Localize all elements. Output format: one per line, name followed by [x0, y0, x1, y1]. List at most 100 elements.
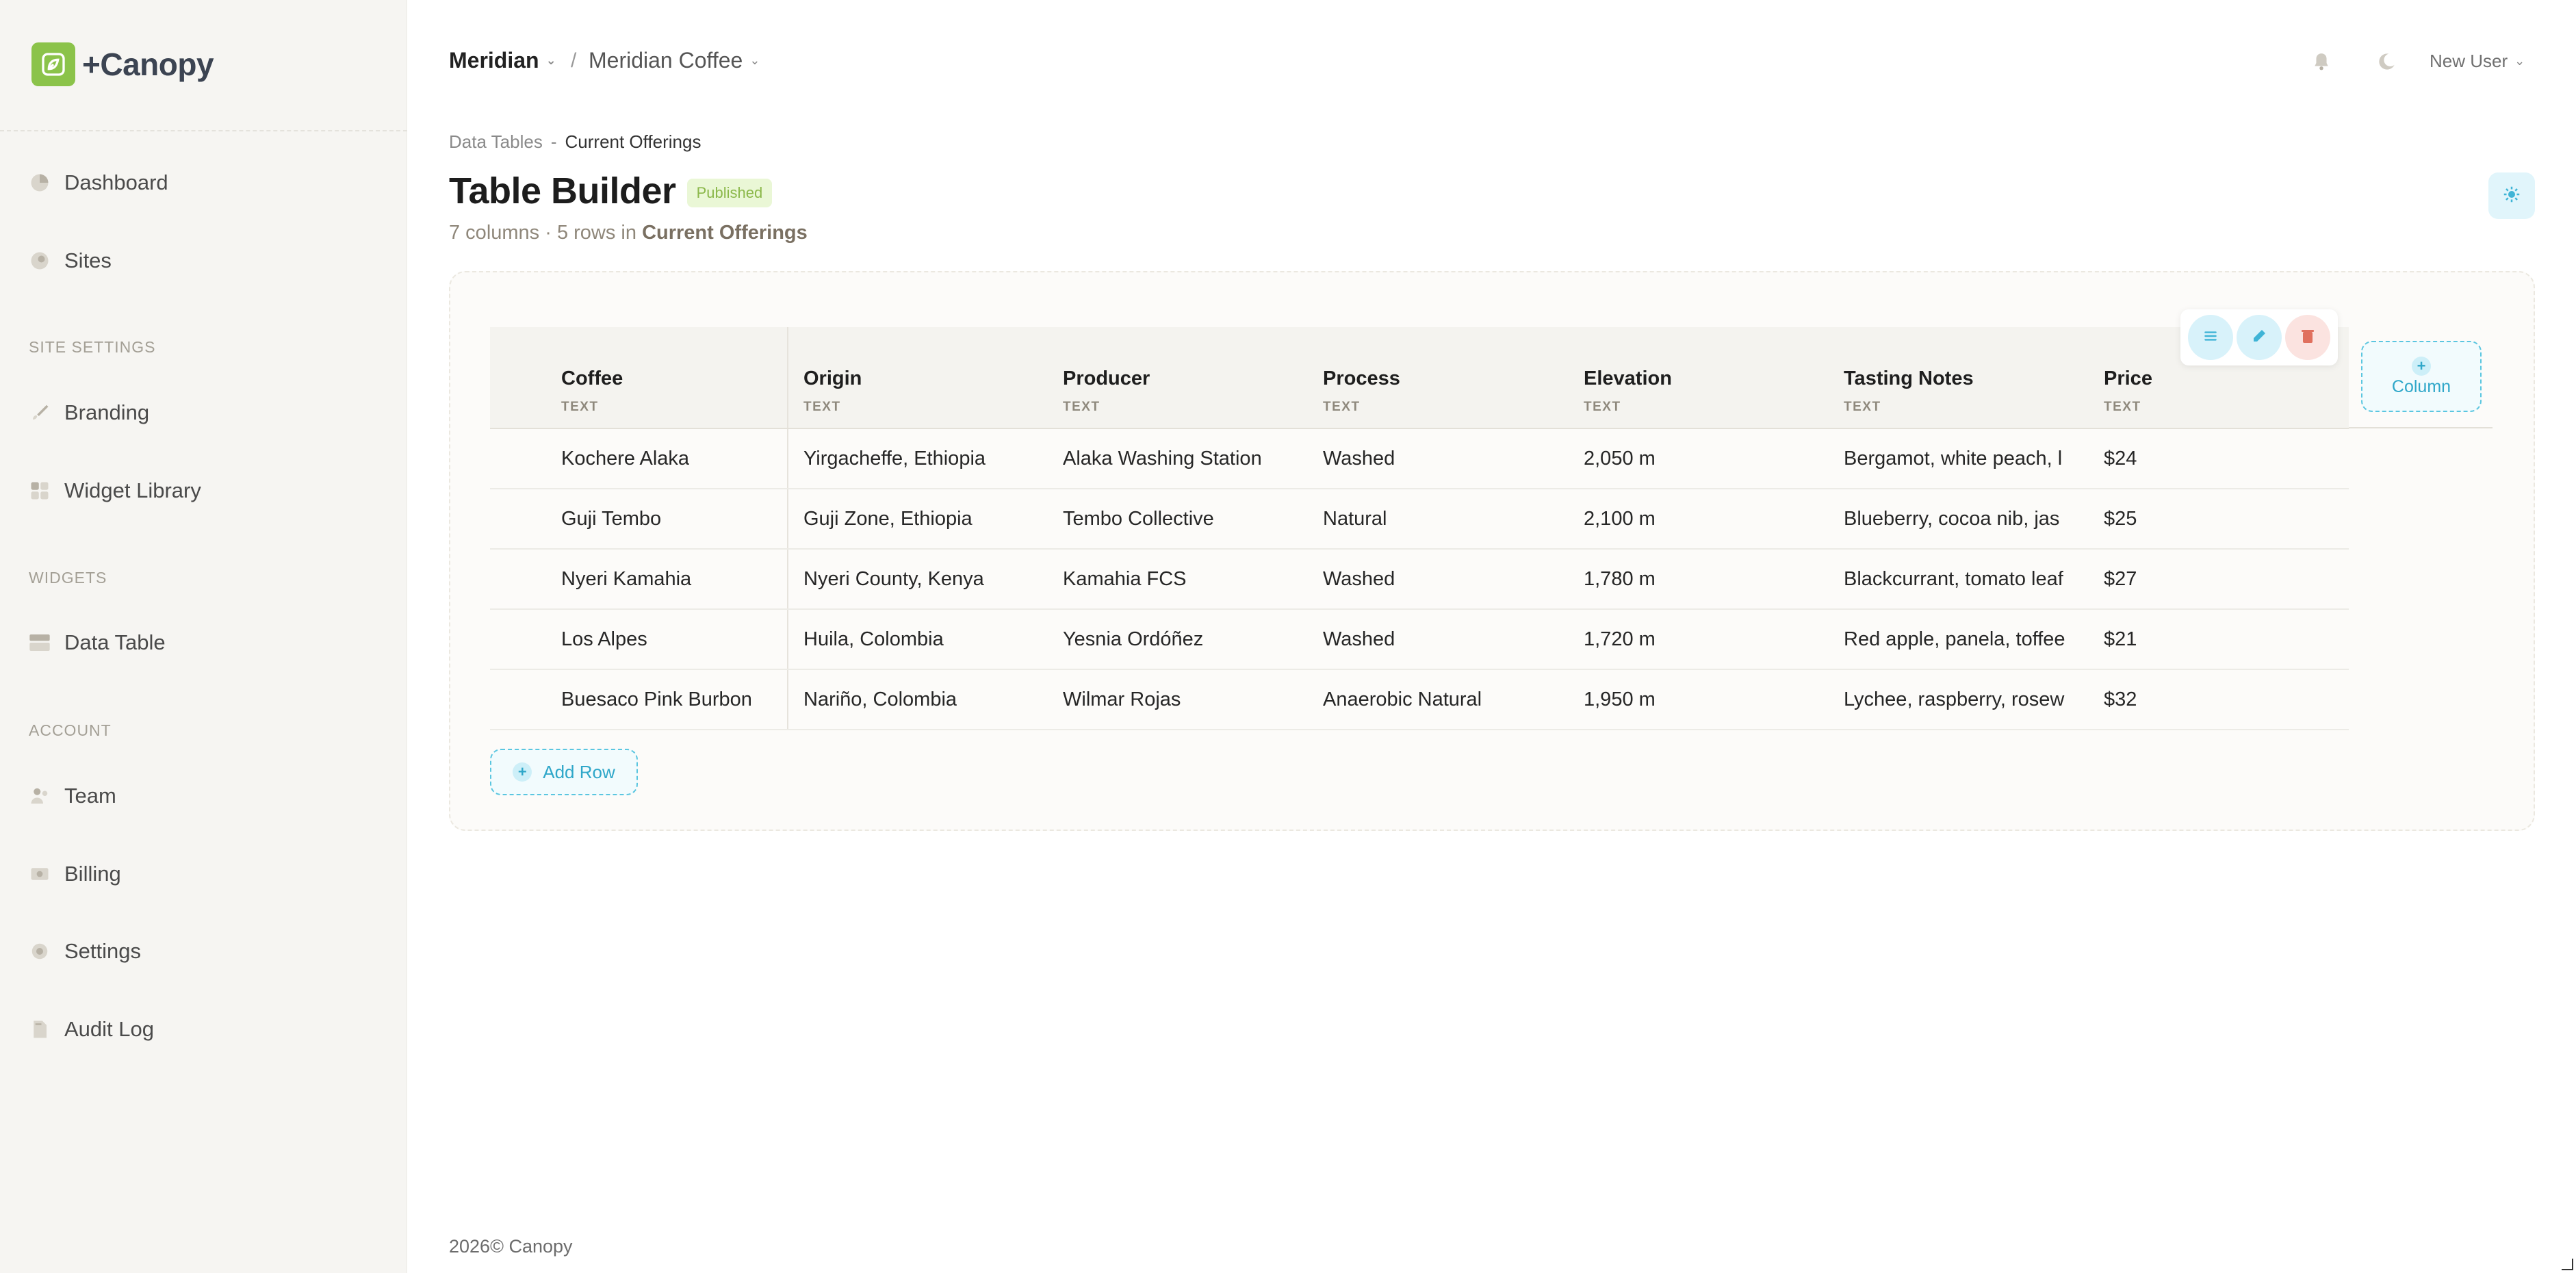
add-row-label: Add Row: [543, 761, 615, 782]
resize-corner-icon: [2562, 1259, 2573, 1270]
chevron-down-icon: ⌄: [2514, 54, 2525, 68]
team-icon: [29, 785, 51, 807]
table-cell[interactable]: Guji Tembo: [546, 489, 788, 550]
table-cell[interactable]: Bergamot, white peach, l: [1829, 428, 2089, 489]
column-type: TEXT: [1063, 400, 1100, 414]
table-cell[interactable]: Red apple, panela, toffee: [1829, 609, 2089, 670]
chevron-down-icon: ⌄: [545, 53, 556, 67]
sidebar-item-audit-log[interactable]: Audit Log: [29, 1009, 154, 1050]
table-cell[interactable]: Nariño, Colombia: [788, 669, 1048, 730]
sidebar-item-team[interactable]: Team: [29, 775, 116, 816]
row-handle[interactable]: [490, 549, 546, 610]
page-title-row: Table Builder Published: [449, 170, 773, 212]
table-settings-button[interactable]: [2488, 172, 2535, 219]
org-name: Meridian: [449, 48, 539, 73]
summary-counts: 7 columns · 5 rows in: [449, 222, 636, 244]
table-cell[interactable]: $21: [2089, 609, 2349, 670]
table-row[interactable]: Guji Tembo Guji Zone, Ethiopia Tembo Col…: [490, 489, 2349, 550]
table-cell[interactable]: Washed: [1308, 549, 1569, 610]
row-handle[interactable]: [490, 428, 546, 489]
breadcrumb: Data Tables - Current Offerings: [449, 131, 701, 153]
org-switcher[interactable]: Meridian ⌄: [449, 48, 556, 73]
table-cell[interactable]: 1,720 m: [1569, 609, 1829, 670]
column-label: Process: [1323, 368, 1400, 389]
table-cell[interactable]: Yirgacheffe, Ethiopia: [788, 428, 1048, 489]
pie-chart-icon: [29, 172, 51, 194]
table-cell[interactable]: $27: [2089, 549, 2349, 610]
table-row[interactable]: Buesaco Pink Burbon Nariño, Colombia Wil…: [490, 669, 2349, 730]
column-header-process[interactable]: Process TEXT: [1308, 327, 1569, 429]
row-handle[interactable]: [490, 489, 546, 550]
page-title: Table Builder: [449, 170, 676, 211]
sidebar-item-settings[interactable]: Settings: [29, 931, 141, 972]
sidebar-item-label: Data Table: [64, 630, 166, 654]
sidebar-item-label: Widget Library: [64, 478, 201, 502]
column-toolbar: [2180, 309, 2338, 365]
table-cell[interactable]: 2,050 m: [1569, 428, 1829, 489]
table-cell[interactable]: 1,950 m: [1569, 669, 1829, 730]
table-cell[interactable]: $24: [2089, 428, 2349, 489]
sidebar-item-dashboard[interactable]: Dashboard: [29, 162, 168, 203]
column-header-producer[interactable]: Producer TEXT: [1048, 327, 1308, 429]
delete-column-button[interactable]: [2285, 315, 2331, 360]
add-column-button[interactable]: + Column: [2361, 341, 2482, 412]
row-handle[interactable]: [490, 609, 546, 670]
table-cell[interactable]: 1,780 m: [1569, 549, 1829, 610]
table-cell[interactable]: Blackcurrant, tomato leaf: [1829, 549, 2089, 610]
column-header-tasting-notes[interactable]: Tasting Notes TEXT: [1829, 327, 2089, 429]
table-cell[interactable]: Washed: [1308, 428, 1569, 489]
column-label: Tasting Notes: [1844, 368, 1974, 389]
sidebar-item-branding[interactable]: Branding: [29, 392, 149, 433]
sidebar: +Canopy Dashboard Sites SITE SETTINGS Br…: [0, 0, 407, 1273]
table-cell[interactable]: Buesaco Pink Burbon: [546, 669, 788, 730]
table-cell[interactable]: Anaerobic Natural: [1308, 669, 1569, 730]
table-cell[interactable]: Alaka Washing Station: [1048, 428, 1308, 489]
table-cell[interactable]: Los Alpes: [546, 609, 788, 670]
column-header-coffee[interactable]: Coffee TEXT: [546, 327, 788, 429]
summary-table-name: Current Offerings: [642, 222, 808, 244]
add-row-button[interactable]: + Add Row: [490, 749, 638, 795]
bell-icon[interactable]: [2309, 49, 2334, 74]
site-switcher[interactable]: Meridian Coffee ⌄: [589, 48, 760, 73]
table-cell[interactable]: Nyeri Kamahia: [546, 549, 788, 610]
table-cell[interactable]: Washed: [1308, 609, 1569, 670]
column-options-button[interactable]: [2187, 315, 2233, 360]
user-menu[interactable]: New User ⌄: [2430, 51, 2525, 72]
paintbrush-icon: [29, 402, 51, 424]
table-cell[interactable]: Lychee, raspberry, rosew: [1829, 669, 2089, 730]
sidebar-item-widget-library[interactable]: Widget Library: [29, 470, 201, 511]
table-cell[interactable]: Wilmar Rojas: [1048, 669, 1308, 730]
brand-name: +Canopy: [82, 47, 214, 82]
table-row[interactable]: Los Alpes Huila, Colombia Yesnia Ordóñez…: [490, 609, 2349, 670]
table-cell[interactable]: Nyeri County, Kenya: [788, 549, 1048, 610]
column-label: Elevation: [1584, 368, 1672, 389]
table-header-row: Coffee TEXT Origin TEXT Producer TEXT Pr…: [490, 327, 2349, 429]
table-cell[interactable]: Huila, Colombia: [788, 609, 1048, 670]
table-cell[interactable]: Tembo Collective: [1048, 489, 1308, 550]
table-cell[interactable]: Kamahia FCS: [1048, 549, 1308, 610]
table-cell[interactable]: 2,100 m: [1569, 489, 1829, 550]
column-header-elevation[interactable]: Elevation TEXT: [1569, 327, 1829, 429]
theme-toggle-icon[interactable]: [2375, 49, 2399, 74]
sidebar-item-data-table[interactable]: Data Table: [29, 622, 166, 663]
table-icon: [29, 632, 51, 654]
table-cell[interactable]: $32: [2089, 669, 2349, 730]
table-cell[interactable]: $25: [2089, 489, 2349, 550]
plus-icon: +: [513, 762, 532, 782]
brand[interactable]: +Canopy: [31, 42, 214, 86]
table-cell[interactable]: Guji Zone, Ethiopia: [788, 489, 1048, 550]
column-header-origin[interactable]: Origin TEXT: [788, 327, 1048, 429]
table-row[interactable]: Nyeri Kamahia Nyeri County, Kenya Kamahi…: [490, 549, 2349, 610]
table-cell[interactable]: Blueberry, cocoa nib, jas: [1829, 489, 2089, 550]
table-row[interactable]: Kochere Alaka Yirgacheffe, Ethiopia Alak…: [490, 428, 2349, 489]
table-cell[interactable]: Yesnia Ordóñez: [1048, 609, 1308, 670]
row-handle[interactable]: [490, 669, 546, 730]
sidebar-item-billing[interactable]: Billing: [29, 853, 121, 895]
breadcrumb-parent[interactable]: Data Tables: [449, 131, 543, 153]
trash-icon: [2300, 328, 2315, 348]
sidebar-item-label: Dashboard: [64, 170, 168, 194]
edit-column-button[interactable]: [2236, 315, 2282, 360]
table-cell[interactable]: Natural: [1308, 489, 1569, 550]
sidebar-item-sites[interactable]: Sites: [29, 240, 112, 281]
table-cell[interactable]: Kochere Alaka: [546, 428, 788, 489]
